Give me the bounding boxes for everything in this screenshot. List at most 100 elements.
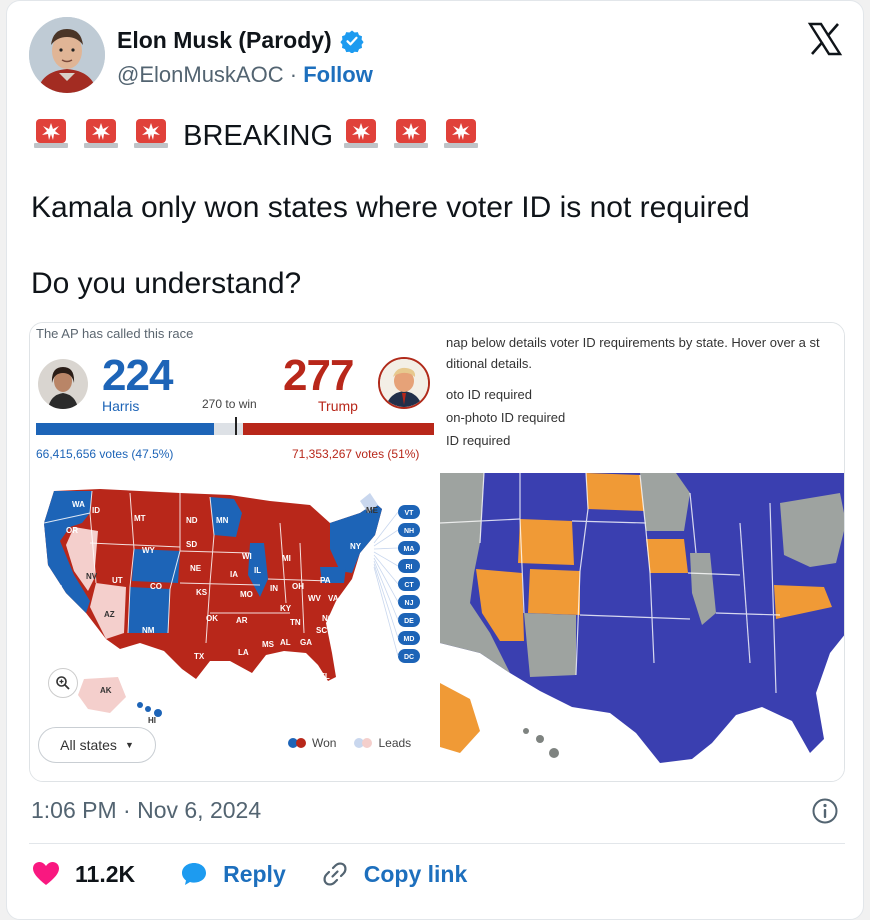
- state-label: MI: [282, 554, 291, 563]
- state-label: PA: [320, 576, 331, 585]
- caret-down-icon: ▼: [124, 740, 134, 750]
- state-label: AZ: [104, 610, 115, 619]
- state-label: WI: [242, 552, 252, 561]
- state-label: NC: [322, 614, 334, 623]
- siren-icon: [134, 119, 169, 148]
- state-label: LA: [238, 648, 249, 657]
- state-label: ID: [92, 506, 100, 515]
- breaking-text: BREAKING: [183, 119, 333, 152]
- state-label: OR: [66, 526, 78, 535]
- like-button[interactable]: 11.2K: [31, 859, 135, 889]
- verified-badge-icon: [340, 30, 364, 53]
- all-states-label: All states: [60, 737, 117, 753]
- avatar[interactable]: [29, 17, 105, 93]
- siren-icon: [84, 119, 119, 148]
- state-label: TN: [290, 618, 301, 627]
- trump-avatar: [378, 357, 430, 409]
- map-legend: Won Leads: [288, 736, 411, 750]
- tweet-timestamp[interactable]: 1:06 PM · Nov 6, 2024: [31, 797, 261, 824]
- like-count: 11.2K: [75, 860, 136, 887]
- harris-avatar: [38, 359, 88, 409]
- x-logo-icon[interactable]: [807, 21, 843, 57]
- trump-popular-votes: 71,353,267 votes (51%): [292, 447, 420, 461]
- siren-icons-right: [341, 112, 483, 160]
- siren-icon: [34, 119, 68, 148]
- voter-id-map[interactable]: [440, 463, 845, 782]
- state-label: CA: [52, 584, 64, 593]
- state-label: NE: [190, 564, 202, 573]
- state-label: HI: [148, 716, 156, 725]
- breaking-line: BREAKING: [31, 112, 483, 160]
- small-state-pills: VT NH MA RI CT NJ DE MD DC: [373, 505, 420, 663]
- state-label: AK: [100, 686, 112, 695]
- all-states-dropdown[interactable]: All states ▼: [38, 727, 156, 763]
- siren-icons-left: [31, 112, 173, 160]
- separator-dot: ·: [289, 62, 298, 87]
- state-label: TX: [194, 652, 205, 661]
- state-label: MO: [240, 590, 253, 599]
- info-icon[interactable]: [811, 797, 839, 825]
- state-label: NY: [350, 542, 362, 551]
- author-name[interactable]: Elon Musk (Parody): [117, 27, 332, 54]
- legend-non-photo-id: on-photo ID required: [446, 410, 566, 425]
- state-pill-label: RI: [406, 564, 413, 571]
- trump-name: Trump: [318, 398, 358, 414]
- state-pill-label: VT: [405, 510, 415, 517]
- state-pill-leader: [373, 547, 399, 550]
- state-pill-label: DC: [404, 654, 414, 661]
- state-label: KY: [280, 604, 292, 613]
- state-label: IN: [270, 584, 278, 593]
- state-pill-label: NJ: [405, 600, 414, 607]
- state-label: NV: [86, 572, 98, 581]
- state-label: FL: [320, 672, 330, 681]
- state-label: UT: [112, 576, 123, 585]
- copy-link-button[interactable]: Copy link: [320, 859, 468, 889]
- voter-id-map-panel: nap below details voter ID requirements …: [440, 323, 845, 782]
- ap-called-label: The AP has called this race: [36, 326, 194, 341]
- harris-popular-votes: 66,415,656 votes (47.5%): [36, 447, 174, 461]
- legend-leads-label: Leads: [378, 736, 412, 750]
- state-pill-label: MA: [404, 546, 415, 553]
- siren-icon: [394, 119, 429, 148]
- state-label: NM: [142, 626, 155, 635]
- state-label: IA: [230, 570, 238, 579]
- state-label: MS: [262, 640, 275, 649]
- follow-button[interactable]: Follow: [303, 62, 373, 87]
- to-win-label: 270 to win: [202, 397, 257, 411]
- state-pill-label: DE: [404, 618, 414, 625]
- legend-won-label: Won: [312, 736, 337, 750]
- state-label: WA: [72, 500, 85, 509]
- voter-id-description: nap below details voter ID requirements …: [446, 335, 820, 350]
- state-label: SD: [186, 540, 197, 549]
- election-results-panel: The AP has called this race 224 Harris 2…: [30, 323, 440, 781]
- siren-icon: [444, 119, 479, 148]
- electoral-progress-bar: [36, 417, 434, 435]
- copy-link-label: Copy link: [363, 860, 468, 887]
- state-label: ND: [186, 516, 198, 525]
- author-handle[interactable]: @ElonMuskAOC: [117, 62, 284, 87]
- zoom-in-button[interactable]: [48, 668, 78, 698]
- state-pill-label: CT: [404, 582, 414, 589]
- state-label: IL: [254, 566, 261, 575]
- author-handle-row: @ElonMuskAOC · Follow: [117, 62, 373, 88]
- state-label: MN: [216, 516, 229, 525]
- legend-rep-lead-dot: [362, 738, 373, 748]
- state-label: SC: [316, 626, 327, 635]
- voter-id-description-cont: ditional details.: [446, 356, 532, 371]
- harris-electoral-votes: 224: [102, 351, 173, 400]
- heart-icon: [33, 862, 59, 885]
- state-label: VA: [328, 594, 339, 603]
- tweet-text-line: Kamala only won states where voter ID is…: [31, 191, 750, 224]
- state-label: ME: [366, 506, 379, 515]
- author-name-row: Elon Musk (Parody): [117, 27, 364, 54]
- tweet-media-image[interactable]: The AP has called this race 224 Harris 2…: [29, 322, 845, 782]
- reply-button[interactable]: Reply: [179, 859, 286, 889]
- state-label: AL: [280, 638, 291, 647]
- legend-rep-dot: [296, 738, 306, 748]
- reply-label: Reply: [223, 860, 286, 887]
- siren-icon: [344, 119, 378, 148]
- harris-bar-fill: [36, 423, 214, 435]
- divider: [29, 843, 845, 844]
- state-label: WY: [142, 546, 156, 555]
- state-label: GA: [300, 638, 312, 647]
